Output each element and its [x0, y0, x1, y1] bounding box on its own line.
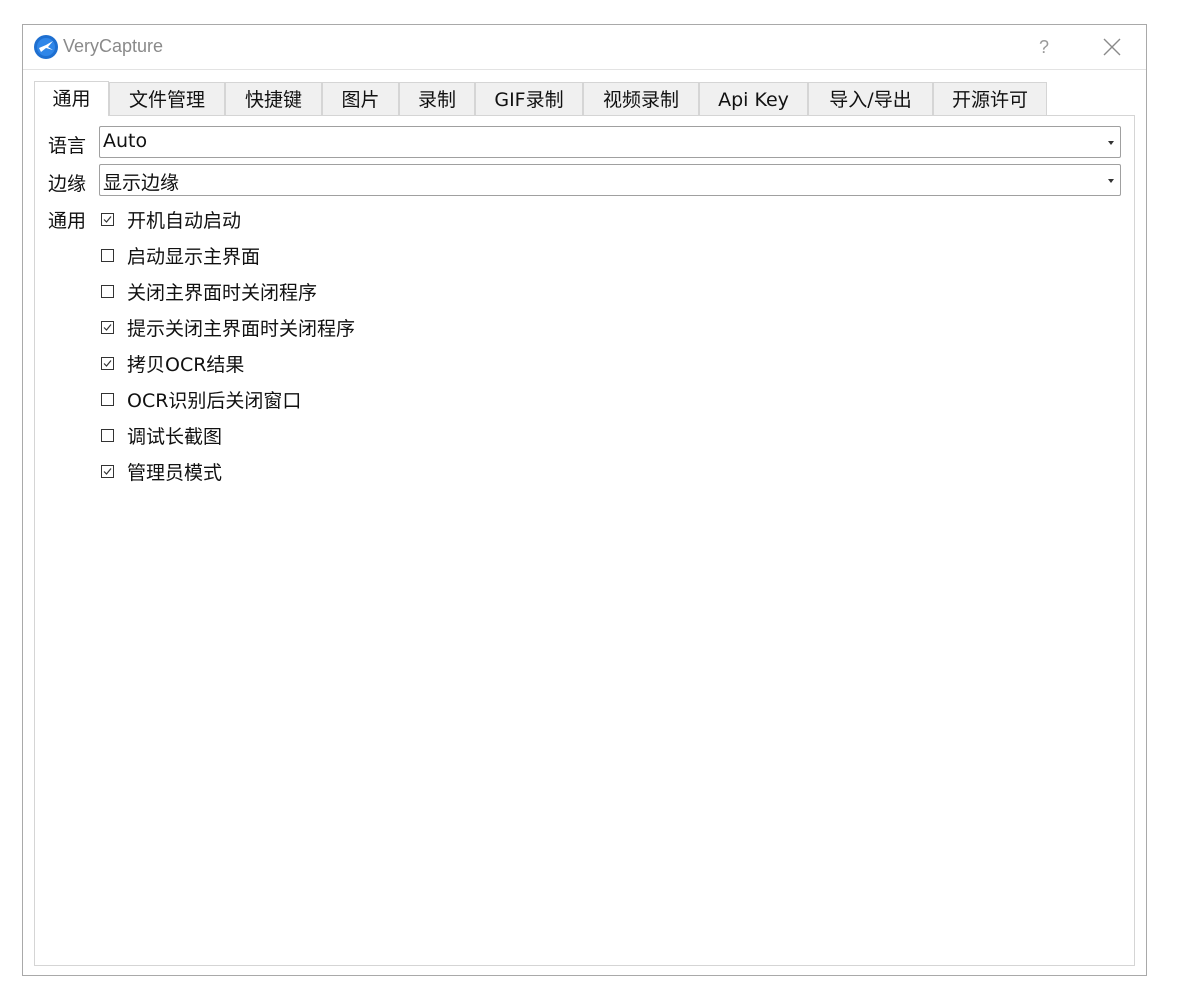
chevron-down-icon: [1108, 179, 1114, 183]
option-label: 启动显示主界面: [127, 246, 261, 268]
border-select[interactable]: 显示边缘: [99, 164, 1121, 196]
border-label: 边缘: [48, 173, 87, 195]
checkbox[interactable]: [101, 213, 114, 226]
checkmark-icon: [103, 360, 112, 367]
tab-api-key[interactable]: Api Key: [699, 82, 808, 115]
tab-image[interactable]: 图片: [322, 82, 399, 115]
tab-video-record[interactable]: 视频录制: [583, 82, 699, 115]
help-button[interactable]: ?: [1033, 35, 1055, 59]
language-label: 语言: [48, 135, 87, 157]
window-title: VeryCapture: [63, 36, 164, 56]
general-settings-panel: 语言 Auto 边缘 显示边缘 通用 开机自动启动 启动显示主界面关闭主界面时关闭…: [34, 115, 1135, 966]
checkbox[interactable]: [101, 285, 114, 298]
app-logo-icon: [34, 35, 58, 59]
option-label: 调试长截图: [127, 426, 223, 448]
checkmark-icon: [103, 216, 112, 223]
title-bar[interactable]: VeryCapture ?: [23, 25, 1146, 70]
settings-window: VeryCapture ? 通用 文件管理 快捷键 图片 录制 GIF录制 视频…: [22, 24, 1147, 976]
option-label: 管理员模式: [127, 462, 223, 484]
option-label: OCR识别后关闭窗口: [127, 390, 302, 412]
general-label: 通用: [48, 210, 87, 232]
border-select-value: 显示边缘: [103, 172, 180, 194]
checkbox[interactable]: [101, 465, 114, 478]
tab-general[interactable]: 通用: [34, 81, 109, 116]
option-label: 拷贝OCR结果: [127, 354, 245, 376]
option-label: 关闭主界面时关闭程序: [127, 282, 318, 304]
language-select-value: Auto: [103, 130, 148, 152]
tab-hotkeys[interactable]: 快捷键: [225, 82, 322, 115]
close-icon[interactable]: [1101, 36, 1123, 58]
checkbox[interactable]: [101, 357, 114, 370]
checkmark-icon: [103, 324, 112, 331]
language-select[interactable]: Auto: [99, 126, 1121, 158]
tab-gif-record[interactable]: GIF录制: [475, 82, 583, 115]
checkbox[interactable]: [101, 393, 114, 406]
tab-file-management[interactable]: 文件管理: [109, 82, 225, 115]
checkbox[interactable]: [101, 321, 114, 334]
checkmark-icon: [103, 468, 112, 475]
tab-record[interactable]: 录制: [399, 82, 475, 115]
tab-open-source-license[interactable]: 开源许可: [933, 82, 1047, 115]
option-label: 提示关闭主界面时关闭程序: [127, 318, 356, 340]
option-label: 开机自动启动: [127, 210, 242, 232]
checkbox[interactable]: [101, 429, 114, 442]
checkbox[interactable]: [101, 249, 114, 262]
chevron-down-icon: [1108, 141, 1114, 145]
tab-import-export[interactable]: 导入/导出: [808, 82, 933, 115]
